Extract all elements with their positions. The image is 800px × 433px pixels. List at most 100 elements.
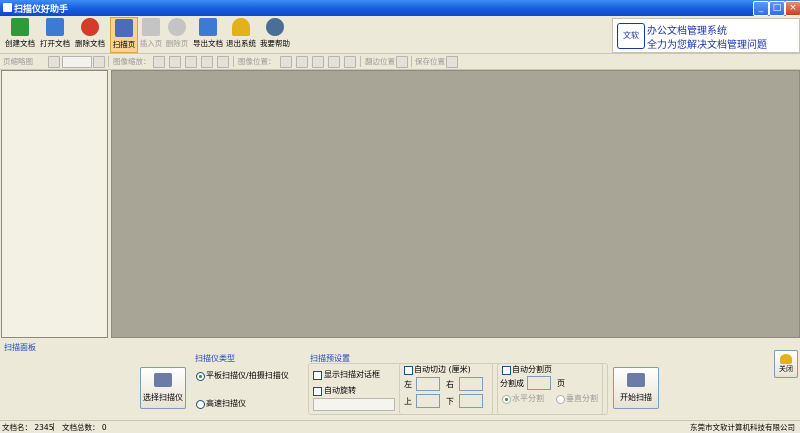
zoom-in-icon[interactable] (153, 56, 165, 68)
highspeed-scanner-label: 高速扫描仪 (206, 399, 246, 408)
status-separator: | (52, 422, 55, 431)
delete-page-icon (168, 18, 186, 36)
scanner-icon (627, 373, 645, 387)
crop-right-input[interactable] (459, 377, 483, 391)
window-title: 扫描仪好助手 (14, 5, 69, 15)
actual-size-icon[interactable] (217, 56, 229, 68)
insert-page-button[interactable]: 插入页 (138, 17, 164, 51)
delete-page-button[interactable]: 删除页 (164, 17, 190, 51)
auto-crop-checkbox[interactable] (404, 366, 413, 375)
export-document-button[interactable]: 导出文档 (192, 17, 224, 51)
image-toolbar: 页缩略图 图像缩放： 图像位置： 翻边位置 保存位置 (0, 54, 800, 70)
flatbed-scanner-label: 平板扫描仪/拍摄扫描仪 (206, 371, 289, 380)
toolbar-separator (360, 56, 361, 67)
rotation-select[interactable] (313, 398, 395, 411)
close-panel-button[interactable]: 关闭 (774, 350, 798, 378)
toolbar-separator (411, 56, 412, 67)
scanner-icon (154, 373, 172, 387)
button-label: 插入页 (139, 39, 163, 48)
vertical-split-radio[interactable] (556, 395, 565, 404)
crop-top-input[interactable] (416, 394, 440, 408)
image-canvas[interactable] (111, 70, 800, 338)
maximize-button[interactable]: □ (769, 1, 785, 16)
banner-line-1: 办公文档管理系统 (647, 26, 727, 37)
crop-icon[interactable] (396, 56, 408, 68)
zoom-label: 图像缩放： (113, 57, 151, 66)
app-icon (3, 3, 12, 12)
flip-icon[interactable] (344, 56, 356, 68)
button-label: 删除文档 (75, 39, 105, 48)
insert-page-icon (142, 18, 160, 36)
scan-panel: 扫描面板 选择扫描仪 扫描仪类型 平板扫描仪/拍摄扫描仪 高速扫描仪 扫描预设置… (0, 340, 800, 420)
crop-bottom-label: 下 (446, 397, 454, 406)
toolbar-separator (233, 56, 234, 67)
exit-icon (780, 354, 792, 364)
status-bar: 文档名： 2345 | 文档总数： 0 东莞市文软计算机科技有限公司 (0, 420, 800, 433)
save-position-label: 保存位置 (415, 57, 445, 66)
button-label: 扫描页 (112, 40, 136, 49)
button-label: 导出文档 (193, 39, 223, 48)
close-window-button[interactable]: × (785, 1, 800, 16)
split-count-input[interactable] (527, 376, 551, 390)
highspeed-scanner-radio[interactable] (196, 400, 205, 409)
export-document-icon (199, 18, 217, 36)
save-position-icon[interactable] (446, 56, 458, 68)
doc-total-status: 文档总数： 0 (62, 423, 107, 432)
create-document-button[interactable]: 创建文档 (3, 17, 37, 51)
horizontal-split-radio[interactable] (502, 395, 511, 404)
exit-icon (232, 18, 250, 36)
vertical-split-label: 垂直分割 (566, 394, 598, 403)
redo-icon[interactable] (328, 56, 340, 68)
flatbed-scanner-radio[interactable] (196, 372, 205, 381)
auto-split-checkbox[interactable] (502, 366, 511, 375)
show-dialog-label: 显示扫描对话框 (324, 370, 380, 379)
show-dialog-checkbox[interactable] (313, 371, 322, 380)
delete-document-button[interactable]: 删除文档 (73, 17, 107, 51)
title-bar[interactable]: 扫描仪好助手 _ □ × (0, 0, 800, 16)
select-scanner-button[interactable]: 选择扫描仪 (140, 367, 186, 409)
delete-document-icon (81, 18, 99, 36)
thumbnail-refresh-icon[interactable] (93, 56, 105, 68)
thumbnail-size-icon[interactable] (48, 56, 60, 68)
banner-line-2: 全力为您解决文档管理问题 (647, 40, 767, 51)
thumbnail-size-select[interactable] (62, 56, 92, 68)
crop-right-label: 右 (446, 380, 454, 389)
split-count-label: 分割成 (500, 379, 524, 388)
auto-crop-label: 自动切边 (厘米) (414, 365, 471, 374)
open-document-icon (46, 18, 64, 36)
minimize-button[interactable]: _ (753, 1, 769, 16)
scanner-type-title: 扫描仪类型 (195, 354, 235, 363)
thumbnail-panel[interactable] (1, 70, 108, 338)
start-scan-button[interactable]: 开始扫描 (613, 367, 659, 409)
book-logo-icon: 文软 (617, 23, 645, 49)
undo-icon[interactable] (312, 56, 324, 68)
move-icon[interactable] (280, 56, 292, 68)
crop-bottom-input[interactable] (459, 394, 483, 408)
zoom-out-icon[interactable] (169, 56, 181, 68)
fit-page-icon[interactable] (201, 56, 213, 68)
company-status: 东莞市文软计算机科技有限公司 (690, 423, 795, 432)
rotate-icon[interactable] (296, 56, 308, 68)
exit-system-button[interactable]: 退出系统 (225, 17, 257, 51)
scan-panel-title: 扫描面板 (4, 343, 36, 352)
fit-width-icon[interactable] (185, 56, 197, 68)
scan-page-button[interactable]: 扫描页 (110, 17, 138, 53)
help-button[interactable]: 我要帮助 (258, 17, 292, 51)
open-document-button[interactable]: 打开文档 (38, 17, 72, 51)
button-label: 创建文档 (5, 39, 35, 48)
help-icon (266, 18, 284, 36)
auto-rotate-checkbox[interactable] (313, 387, 322, 396)
crop-left-input[interactable] (416, 377, 440, 391)
horizontal-split-label: 水平分割 (512, 394, 544, 403)
scan-page-icon (115, 19, 133, 37)
crop-top-label: 上 (404, 397, 412, 406)
button-label: 删除页 (165, 39, 189, 48)
doc-name-status: 文档名： 2345 (2, 423, 54, 432)
page-unit-label: 页 (557, 379, 565, 388)
button-label: 退出系统 (226, 39, 256, 48)
crop-left-label: 左 (404, 380, 412, 389)
select-scanner-label: 选择扫描仪 (143, 393, 183, 402)
toolbar-separator (108, 56, 109, 67)
new-document-icon (11, 18, 29, 36)
crop-label: 翻边位置 (365, 57, 395, 66)
